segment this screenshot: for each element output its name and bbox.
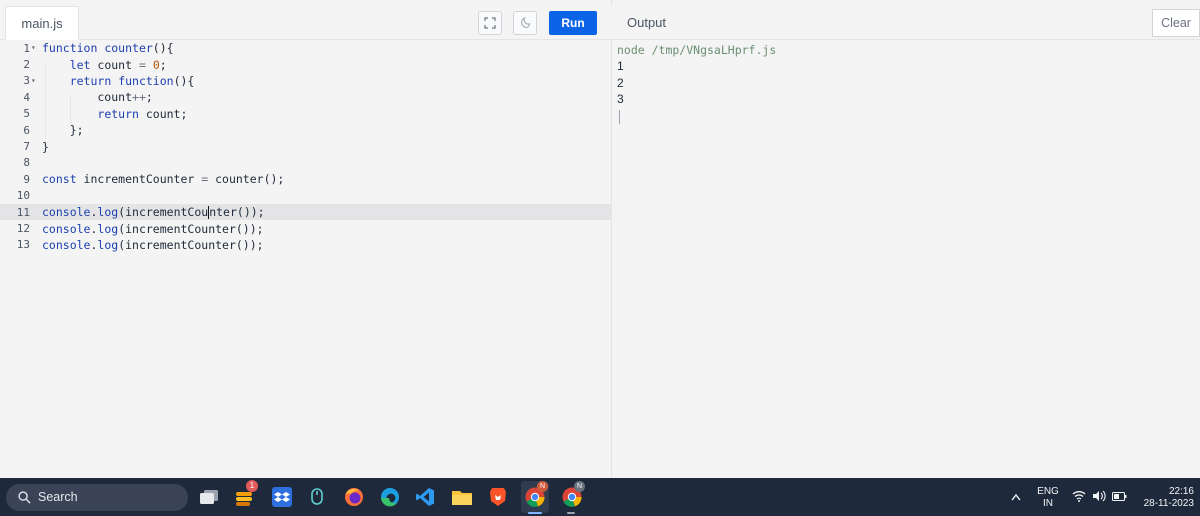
code-text: function counter(){ (42, 41, 174, 56)
code-line: 6 }; (0, 122, 612, 138)
line-number: 12 (16, 222, 30, 236)
fullscreen-button[interactable] (478, 11, 502, 35)
code-text: } (42, 139, 49, 154)
taskbar-app-chrome[interactable]: N (560, 481, 585, 509)
clear-button[interactable]: Clear (1152, 9, 1200, 37)
code-line: 1 ▾ function counter(){ (0, 40, 612, 56)
code-line-active: 11 console.log(incrementCounter()); (0, 204, 612, 221)
code-editor[interactable]: 1 ▾ function counter(){ 2 let count = 0;… (0, 40, 612, 478)
code-text: }; (42, 123, 84, 138)
clock-date: 28-11-2023 (1143, 498, 1194, 509)
task-view-button[interactable] (197, 485, 221, 509)
language-code: ENG (1037, 486, 1059, 497)
text-cursor (208, 206, 210, 220)
clock-time: 22:16 (1168, 486, 1194, 497)
line-number: 4 (23, 90, 30, 104)
brave-icon (490, 488, 506, 506)
editor-toolbar: main.js Run (0, 6, 612, 40)
taskbar-app-dropbox[interactable] (270, 485, 294, 509)
code-line: 3 ▾ return function(){ (0, 73, 612, 89)
line-number: 5 (23, 107, 30, 121)
line-number: 10 (16, 189, 30, 203)
line-number: 3 (23, 74, 30, 88)
line-number: 13 (16, 238, 30, 252)
line-number: 9 (23, 172, 30, 186)
battery-icon[interactable] (1112, 492, 1127, 501)
moon-icon (521, 17, 531, 28)
code-line: 2 let count = 0; (0, 56, 612, 72)
taskbar-app-brave[interactable] (486, 485, 510, 509)
output-header: Output Clear (613, 6, 1200, 40)
fold-arrow-icon[interactable]: ▾ (31, 43, 36, 52)
volume-icon[interactable] (1092, 490, 1106, 502)
code-text: console.log(incrementCounter()); (42, 221, 264, 236)
dropbox-icon (272, 487, 292, 507)
code-line: 9 const incrementCounter = counter(); (0, 171, 612, 187)
firefox-icon (345, 488, 363, 506)
line-number: 8 (23, 156, 30, 170)
edge-icon (381, 488, 399, 507)
code-text: count++; (42, 90, 153, 105)
code-text: return count; (97, 106, 188, 121)
code-line: 8 (0, 155, 612, 171)
running-app-indicator (567, 512, 575, 514)
code-text: let count = 0; (69, 57, 167, 72)
language-indicator[interactable]: ENG IN (1034, 486, 1062, 510)
region-code: IN (1043, 498, 1053, 509)
code-text: return function(){ (69, 73, 195, 88)
line-number: 1 (23, 41, 30, 55)
search-label: Search (38, 490, 78, 504)
output-command: node /tmp/VNgsaLHprf.js (617, 43, 777, 57)
taskbar-app-chrome-active[interactable]: N (523, 481, 548, 509)
fold-arrow-icon[interactable]: ▾ (31, 76, 36, 85)
taskbar-app-vscode[interactable] (413, 485, 437, 509)
code-line: 10 (0, 188, 612, 204)
folder-icon (452, 491, 472, 505)
tab-main-js[interactable]: main.js (5, 6, 79, 40)
expand-icon (484, 17, 496, 29)
code-text: const incrementCounter = counter(); (42, 172, 285, 187)
taskbar-search[interactable]: Search (6, 484, 188, 511)
code-line: 4 count++; (0, 89, 612, 105)
clock[interactable]: 22:16 28-11-2023 (1134, 486, 1194, 510)
code-line: 7 } (0, 138, 612, 154)
windows-taskbar: Search 1 N N ENG IN 22:16 28-11-2023 (0, 478, 1200, 516)
output-pane: Output Clear node /tmp/VNgsaLHprf.js 1 2… (613, 0, 1200, 478)
output-line: 3 (617, 92, 624, 107)
taskbar-app-file-explorer[interactable] (450, 485, 474, 509)
notification-badge: 1 (246, 480, 258, 492)
profile-badge-icon: N (537, 481, 548, 492)
output-caret (619, 109, 620, 124)
chevron-up-icon[interactable] (1011, 493, 1021, 501)
vscode-icon (416, 488, 434, 506)
taskbar-app-edge[interactable] (378, 485, 402, 509)
output-title: Output (627, 15, 667, 30)
line-number: 2 (23, 58, 30, 72)
active-app-indicator (528, 512, 542, 514)
taskbar-app-mouse[interactable] (305, 485, 329, 509)
profile-badge-icon: N (574, 481, 585, 492)
run-button[interactable]: Run (549, 11, 597, 35)
taskbar-app-widgets[interactable]: 1 (233, 480, 258, 509)
theme-toggle-button[interactable] (513, 11, 537, 35)
output-line: 2 (617, 75, 624, 90)
code-line: 12 console.log(incrementCounter()); (0, 220, 612, 236)
wifi-icon[interactable] (1072, 490, 1086, 502)
code-line: 5 return count; (0, 106, 612, 122)
code-line: 13 console.log(incrementCounter()); (0, 237, 612, 253)
output-console[interactable]: node /tmp/VNgsaLHprf.js 1 2 3 (617, 42, 776, 124)
search-icon (18, 491, 31, 504)
line-number: 7 (23, 140, 30, 154)
mouse-app-icon (311, 488, 323, 505)
task-view-icon (200, 490, 218, 504)
taskbar-app-firefox[interactable] (342, 485, 366, 509)
line-number: 6 (23, 123, 30, 137)
editor-pane: main.js Run 1 ▾ function counter(){ 2 le… (0, 0, 612, 478)
code-text: console.log(incrementCounter()); (42, 205, 265, 220)
output-line: 1 (617, 59, 624, 74)
code-text: console.log(incrementCounter()); (42, 237, 264, 252)
line-number: 11 (16, 205, 30, 219)
